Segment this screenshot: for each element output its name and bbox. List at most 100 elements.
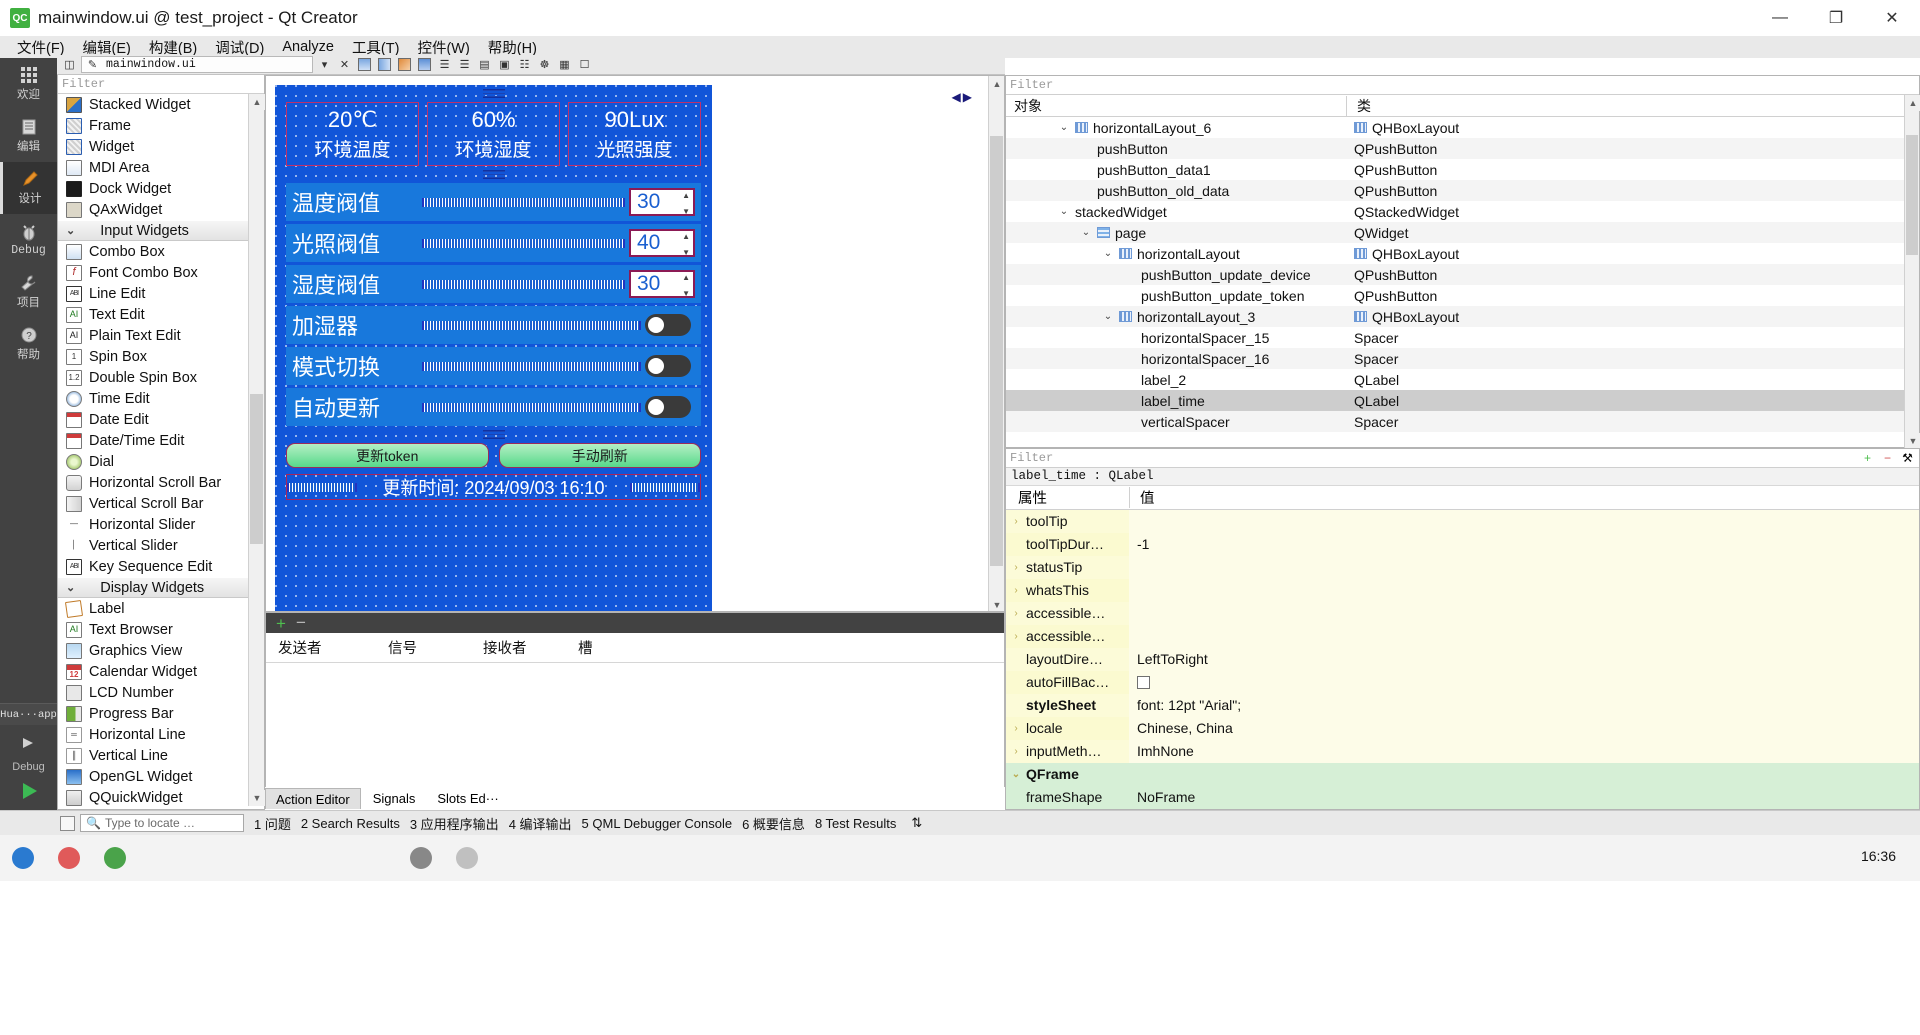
object-row[interactable]: label_2QLabel	[1006, 369, 1919, 390]
output-expander-icon[interactable]: ⇅	[906, 815, 927, 831]
object-row[interactable]: pushButton_old_dataQPushButton	[1006, 180, 1919, 201]
bottom-tab-1[interactable]: Signals	[363, 788, 426, 809]
output-pane-2[interactable]: 3 应用程序输出	[405, 814, 504, 833]
sidebar-toggle-icon[interactable]	[60, 816, 75, 831]
widget-item-33[interactable]: QQuickWidget	[58, 787, 264, 806]
property-row[interactable]: ⌄QFrame	[1006, 763, 1919, 786]
grid-rows-icon[interactable]: ☸	[536, 56, 553, 73]
canvas-scrollbar-thumb[interactable]	[990, 136, 1003, 566]
mode-Debug[interactable]: Debug	[0, 214, 57, 266]
chevron-icon[interactable]: ›	[1010, 746, 1022, 757]
object-row[interactable]: ⌄horizontalLayout_3QHBoxLayout	[1006, 306, 1919, 327]
chevron-down-icon[interactable]: ⌄	[1058, 206, 1070, 217]
widget-item-11[interactable]: AIPlain Text Edit	[58, 325, 264, 346]
widget-item-18[interactable]: Horizontal Scroll Bar	[58, 472, 264, 493]
property-row[interactable]: ›statusTip	[1006, 556, 1919, 579]
chevron-down-icon[interactable]: ⌄	[1102, 311, 1114, 322]
object-row[interactable]: label_timeQLabel	[1006, 390, 1919, 411]
property-value-cell[interactable]: Chinese, China	[1129, 717, 1919, 740]
add-property-button[interactable]: +	[1859, 450, 1876, 467]
property-value-cell[interactable]: ImhNone	[1129, 740, 1919, 763]
property-value-cell[interactable]	[1129, 671, 1919, 694]
output-pane-0[interactable]: 1 问题	[249, 814, 296, 833]
spinbox-arrows-icon[interactable]: ▲▼	[682, 274, 690, 298]
layout-horizontal-icon[interactable]	[356, 56, 373, 73]
spinbox-arrows-icon[interactable]: ▲▼	[682, 233, 690, 257]
right-spacer[interactable]	[630, 483, 700, 492]
widget-item-17[interactable]: Dial	[58, 451, 264, 472]
property-filter-input[interactable]: Filter	[1006, 451, 1859, 465]
widget-item-32[interactable]: OpenGL Widget	[58, 766, 264, 787]
object-row[interactable]: ⌄horizontalLayout_6QHBoxLayout	[1006, 117, 1919, 138]
buddy-icon[interactable]: ☐	[576, 56, 593, 73]
taskbar-search-icon[interactable]	[46, 835, 92, 881]
spinbox-arrows-icon[interactable]: ▲▼	[682, 192, 690, 216]
scroll-down-icon[interactable]: ▼	[249, 790, 265, 806]
property-value-cell[interactable]: NoFrame	[1129, 786, 1919, 809]
property-row[interactable]: styleSheetfont: 12pt "Arial";	[1006, 694, 1919, 717]
property-row[interactable]: ›toolTip	[1006, 510, 1919, 533]
widget-item-1[interactable]: Frame	[58, 115, 264, 136]
horizontal-spacer[interactable]	[422, 239, 625, 248]
property-value-cell[interactable]	[1129, 602, 1919, 625]
widget-item-16[interactable]: Date/Time Edit	[58, 430, 264, 451]
widget-item-25[interactable]: AIText Browser	[58, 619, 264, 640]
taskbar-app-icon-2[interactable]	[398, 835, 444, 881]
widget-item-21[interactable]: │Vertical Slider	[58, 535, 264, 556]
widget-item-14[interactable]: Time Edit	[58, 388, 264, 409]
chevron-down-icon[interactable]: ⌄	[1102, 248, 1114, 259]
menu-item-4[interactable]: Analyze	[273, 37, 343, 57]
property-value-cell[interactable]	[1129, 510, 1919, 533]
update-time-row[interactable]: 更新时间: 2024/09/03 16:10	[286, 474, 701, 500]
obj-scrollbar-thumb[interactable]	[1906, 135, 1918, 255]
tab-order-icon[interactable]: ▦	[556, 56, 573, 73]
layout-adjust-icon[interactable]: ▣	[496, 56, 513, 73]
remove-action-button[interactable]: −	[296, 617, 306, 629]
chevron-icon[interactable]: ⌄	[1010, 769, 1022, 780]
close-button[interactable]: ✕	[1864, 0, 1920, 36]
vertical-spacer-marker-3[interactable]	[483, 430, 505, 439]
horizontal-spacer[interactable]	[422, 280, 625, 289]
widget-item-20[interactable]: —Horizontal Slider	[58, 514, 264, 535]
remove-property-button[interactable]: −	[1879, 450, 1896, 467]
add-action-button[interactable]: +	[276, 615, 286, 632]
widget-item-13[interactable]: 1.2Double Spin Box	[58, 367, 264, 388]
chevron-icon[interactable]: ›	[1010, 562, 1022, 573]
stat-card-2[interactable]: 90Lux光照强度	[568, 102, 701, 166]
widget-item-4[interactable]: Dock Widget	[58, 178, 264, 199]
system-clock[interactable]: 16:36	[1861, 848, 1896, 864]
property-value-cell[interactable]: -1	[1129, 533, 1919, 556]
horizontal-spacer[interactable]	[422, 321, 641, 330]
canvas-scrollbar[interactable]: ▲ ▼	[988, 76, 1004, 612]
obj-scroll-down-icon[interactable]: ▼	[1905, 433, 1920, 449]
form-canvas[interactable]: ◀▶ 20℃环境温度60%环境湿度90Lux光照强度 温度阀值30▲▼光照阀值4…	[265, 75, 1005, 612]
output-pane-5[interactable]: 6 概要信息	[737, 814, 810, 833]
open-document-selector[interactable]: ✎ mainwindow.ui	[81, 56, 313, 73]
object-inspector-scrollbar[interactable]: ▲ ▼	[1904, 95, 1919, 449]
property-row[interactable]: ›localeChinese, China	[1006, 717, 1919, 740]
kit-arrow-icon[interactable]	[0, 725, 57, 761]
bottom-tab-2[interactable]: Slots Ed···	[427, 788, 508, 809]
widget-item-0[interactable]: Stacked Widget	[58, 94, 264, 115]
widget-item-22[interactable]: ABIKey Sequence Edit	[58, 556, 264, 577]
stat-card-0[interactable]: 20℃环境温度	[286, 102, 419, 166]
chevron-icon[interactable]: ›	[1010, 723, 1022, 734]
left-spacer[interactable]	[287, 483, 357, 492]
object-row[interactable]: pushButton_data1QPushButton	[1006, 159, 1919, 180]
canvas-nav-arrows[interactable]: ◀▶	[952, 90, 974, 104]
widget-item-12[interactable]: 1Spin Box	[58, 346, 264, 367]
close-document-icon[interactable]: ✕	[336, 56, 353, 73]
property-value-cell[interactable]: font: 12pt "Arial";	[1129, 694, 1919, 717]
minimize-button[interactable]: —	[1752, 0, 1808, 36]
align-columns-icon[interactable]: ☰	[436, 56, 453, 73]
object-filter-input[interactable]: Filter	[1006, 76, 1919, 95]
signal-column-0[interactable]: 发送者	[266, 637, 376, 662]
layout-form-icon[interactable]	[416, 56, 433, 73]
canvas-scroll-up-icon[interactable]: ▲	[989, 76, 1005, 92]
align-rows-icon[interactable]: ☰	[456, 56, 473, 73]
toggle-switch[interactable]	[645, 355, 691, 377]
widget-item-9[interactable]: ABILine Edit	[58, 283, 264, 304]
property-row[interactable]: ›accessible…	[1006, 602, 1919, 625]
object-row[interactable]: ⌄stackedWidgetQStackedWidget	[1006, 201, 1919, 222]
signal-column-3[interactable]: 槽	[566, 637, 676, 662]
